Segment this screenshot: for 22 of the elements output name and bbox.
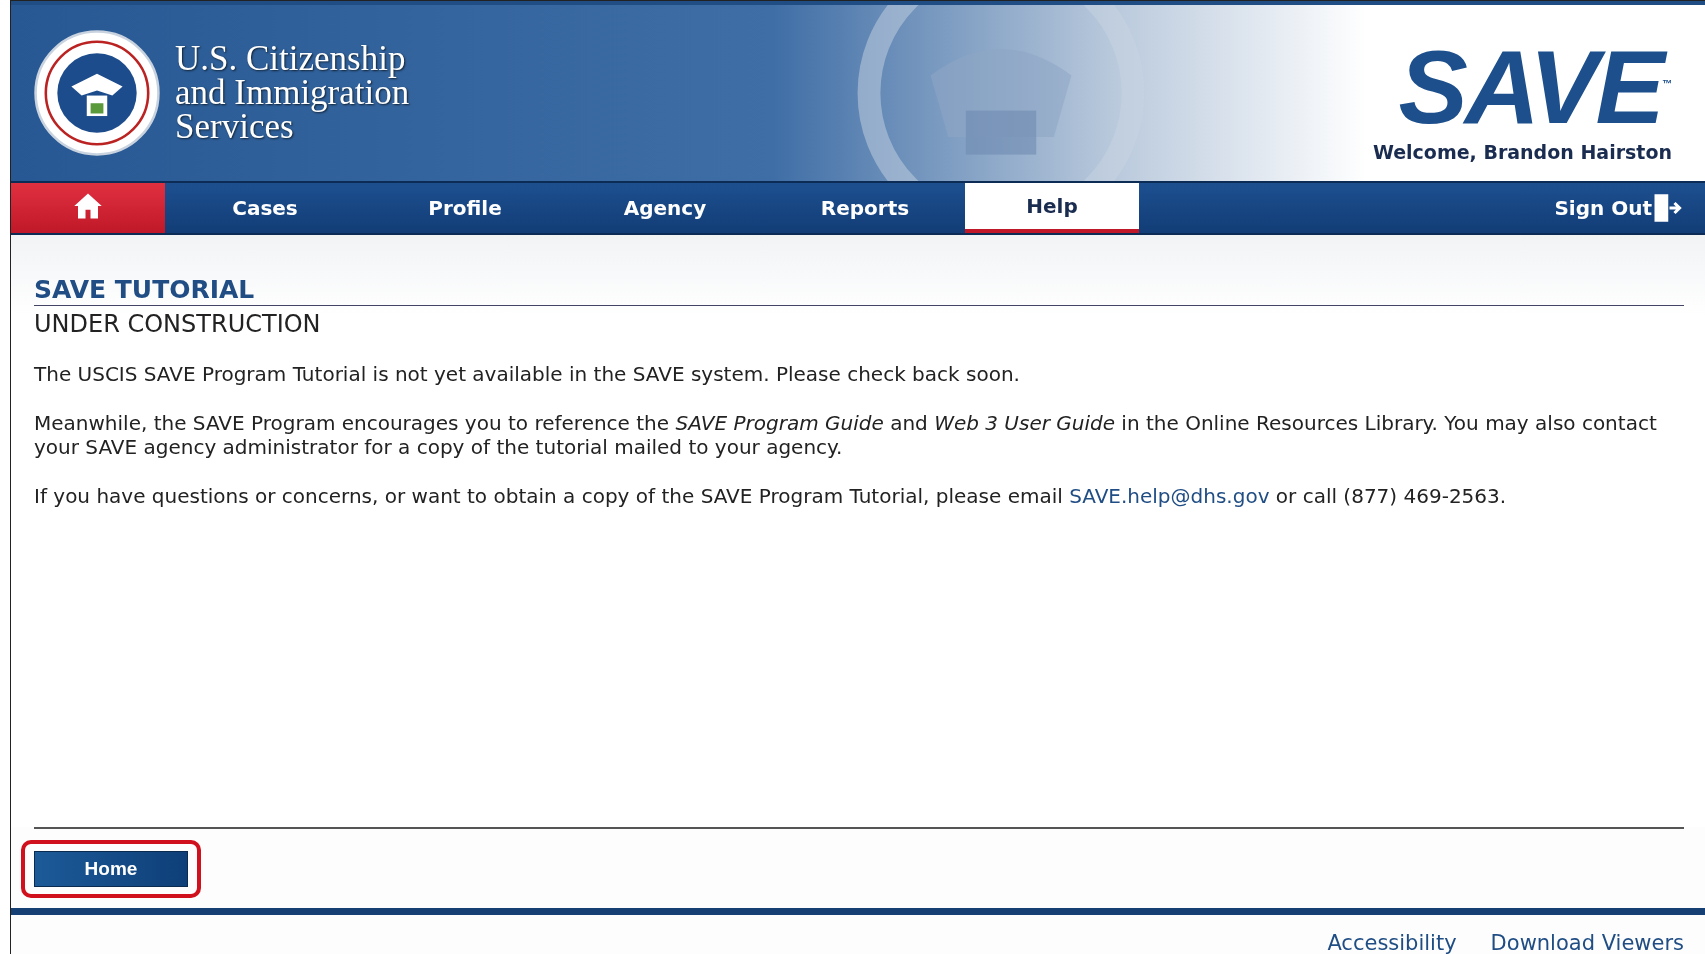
nav-tab[interactable]: Help bbox=[965, 183, 1139, 233]
page-title: SAVE TUTORIAL bbox=[34, 275, 1684, 306]
welcome-text: Welcome, Brandon Hairston bbox=[1372, 141, 1672, 163]
nav-tab[interactable]: Profile bbox=[365, 183, 565, 233]
nav-tab[interactable]: Cases bbox=[165, 183, 365, 233]
email-link[interactable]: SAVE.help@dhs.gov bbox=[1069, 484, 1270, 508]
page-subtitle: UNDER CONSTRUCTION bbox=[34, 310, 322, 338]
home-button[interactable]: Home bbox=[34, 851, 188, 887]
dhs-seal-icon bbox=[33, 29, 161, 157]
agency-name-line: U.S. Citizenship bbox=[175, 42, 407, 76]
agency-name-line: Services bbox=[175, 110, 294, 144]
home-tab[interactable] bbox=[11, 183, 165, 233]
body-paragraph: Meanwhile, the SAVE Program encourages you to reference the SAVE Program Guide and Web 3 User Guide in the Online Resources Library. You may also contact your SAVE agency administrator for a copy of the tutorial mailed to your agency. bbox=[34, 411, 1658, 459]
footer-link[interactable]: Accessibility bbox=[1327, 931, 1457, 954]
sign-out-button[interactable]: Sign Out bbox=[1548, 183, 1705, 233]
body-paragraph: The USCIS SAVE Program Tutorial is not yet available in the SAVE system. Please check back soon. bbox=[34, 362, 1021, 386]
save-logo: SAVE$^{™}$ bbox=[1398, 36, 1672, 135]
door-exit-icon bbox=[1652, 193, 1682, 223]
nav-tab[interactable]: Reports bbox=[765, 183, 965, 233]
contact-paragraph: If you have questions or concerns, or want to obtain a copy of the SAVE Program Tutorial, please email SAVE.help@dhs.gov or call (877) 469-2563. bbox=[34, 484, 1508, 508]
footer-link[interactable]: Download Viewers bbox=[1490, 931, 1684, 954]
nav-tab[interactable]: Agency bbox=[565, 183, 765, 233]
